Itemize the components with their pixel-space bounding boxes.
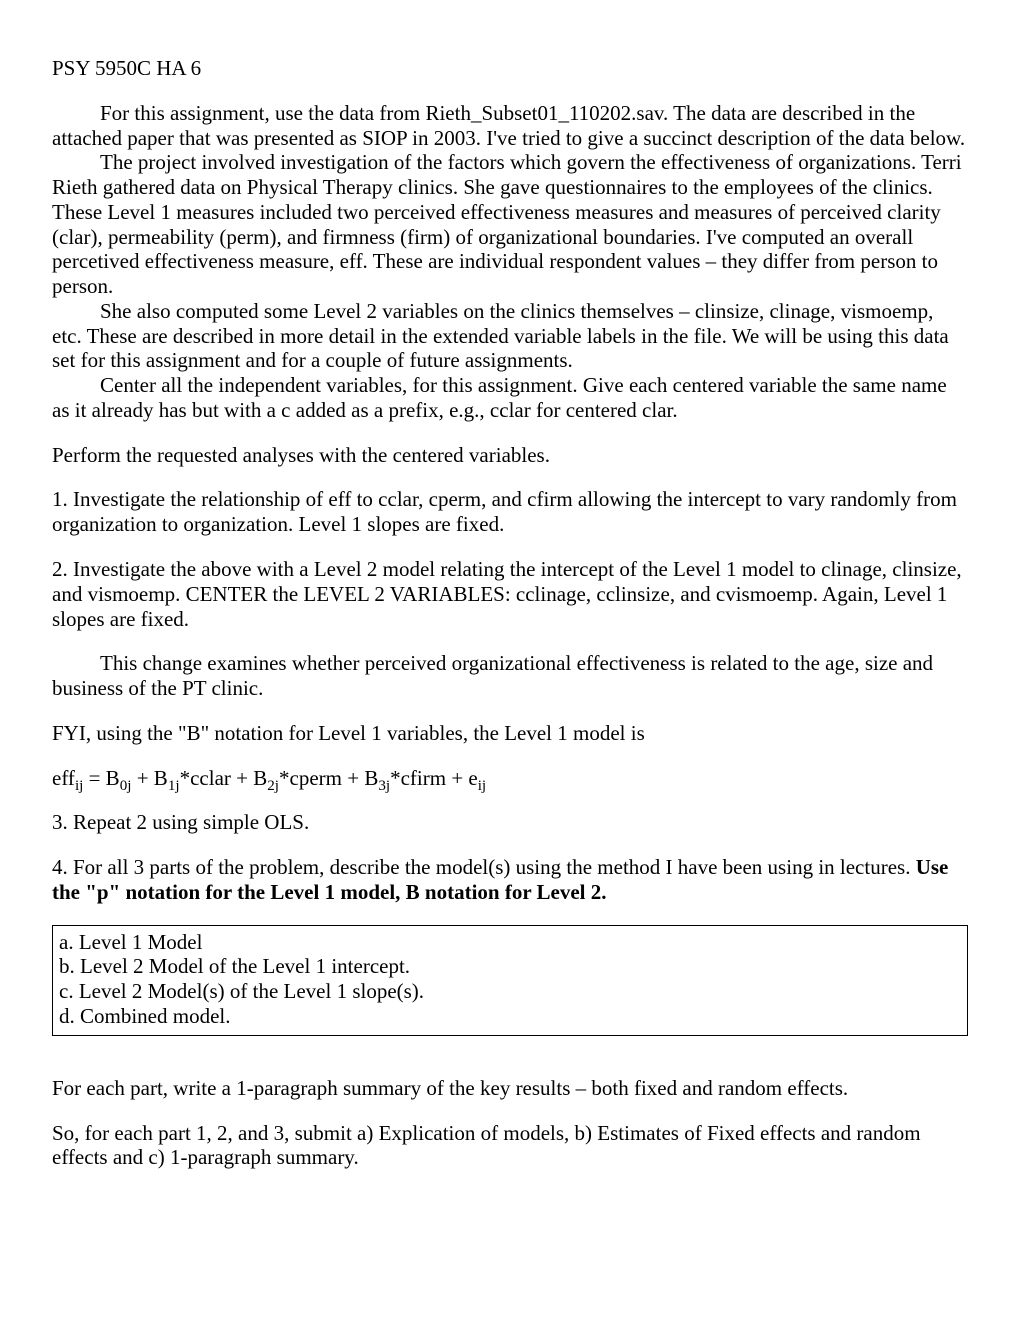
model-box: a. Level 1 Model b. Level 2 Model of the… [52, 925, 968, 1036]
formula-sub-0j: 0j [120, 778, 132, 794]
question-3: 3. Repeat 2 using simple OLS. [52, 810, 968, 835]
question-2: 2. Investigate the above with a Level 2 … [52, 557, 968, 631]
intro-paragraph-4: Center all the independent variables, fo… [52, 373, 968, 423]
formula-plus1: + B [131, 766, 167, 790]
course-header: PSY 5950C HA 6 [52, 56, 968, 81]
formula-eq: = B [83, 766, 119, 790]
formula-t2: *cperm + B [279, 766, 378, 790]
fyi-line: FYI, using the "B" notation for Level 1 … [52, 721, 968, 746]
question-1: 1. Investigate the relationship of eff t… [52, 487, 968, 537]
box-item-b: b. Level 2 Model of the Level 1 intercep… [59, 954, 961, 979]
summary-instruction-1: For each part, write a 1-paragraph summa… [52, 1076, 968, 1101]
formula-t1: *cclar + B [180, 766, 268, 790]
box-item-c: c. Level 2 Model(s) of the Level 1 slope… [59, 979, 961, 1004]
question-2-note: This change examines whether perceived o… [52, 651, 968, 701]
intro-paragraph-1: For this assignment, use the data from R… [52, 101, 968, 151]
formula-eff: eff [52, 766, 75, 790]
intro-paragraph-2: The project involved investigation of th… [52, 150, 968, 299]
formula-sub-ij2: ij [478, 778, 486, 794]
box-item-a: a. Level 1 Model [59, 930, 961, 955]
intro-paragraph-3: She also computed some Level 2 variables… [52, 299, 968, 373]
formula-t3: *cfirm + e [390, 766, 478, 790]
box-item-d: d. Combined model. [59, 1004, 961, 1029]
formula-sub-1j: 1j [168, 778, 180, 794]
question-4-text: 4. For all 3 parts of the problem, descr… [52, 855, 916, 879]
instruction-perform: Perform the requested analyses with the … [52, 443, 968, 468]
formula-sub-3j: 3j [378, 778, 390, 794]
level1-formula: eff ij = B0j + B1j*cclar + B2j*cperm + B3… [52, 766, 968, 791]
question-4: 4. For all 3 parts of the problem, descr… [52, 855, 968, 905]
formula-sub-2j: 2j [267, 778, 279, 794]
summary-instruction-2: So, for each part 1, 2, and 3, submit a)… [52, 1121, 968, 1171]
